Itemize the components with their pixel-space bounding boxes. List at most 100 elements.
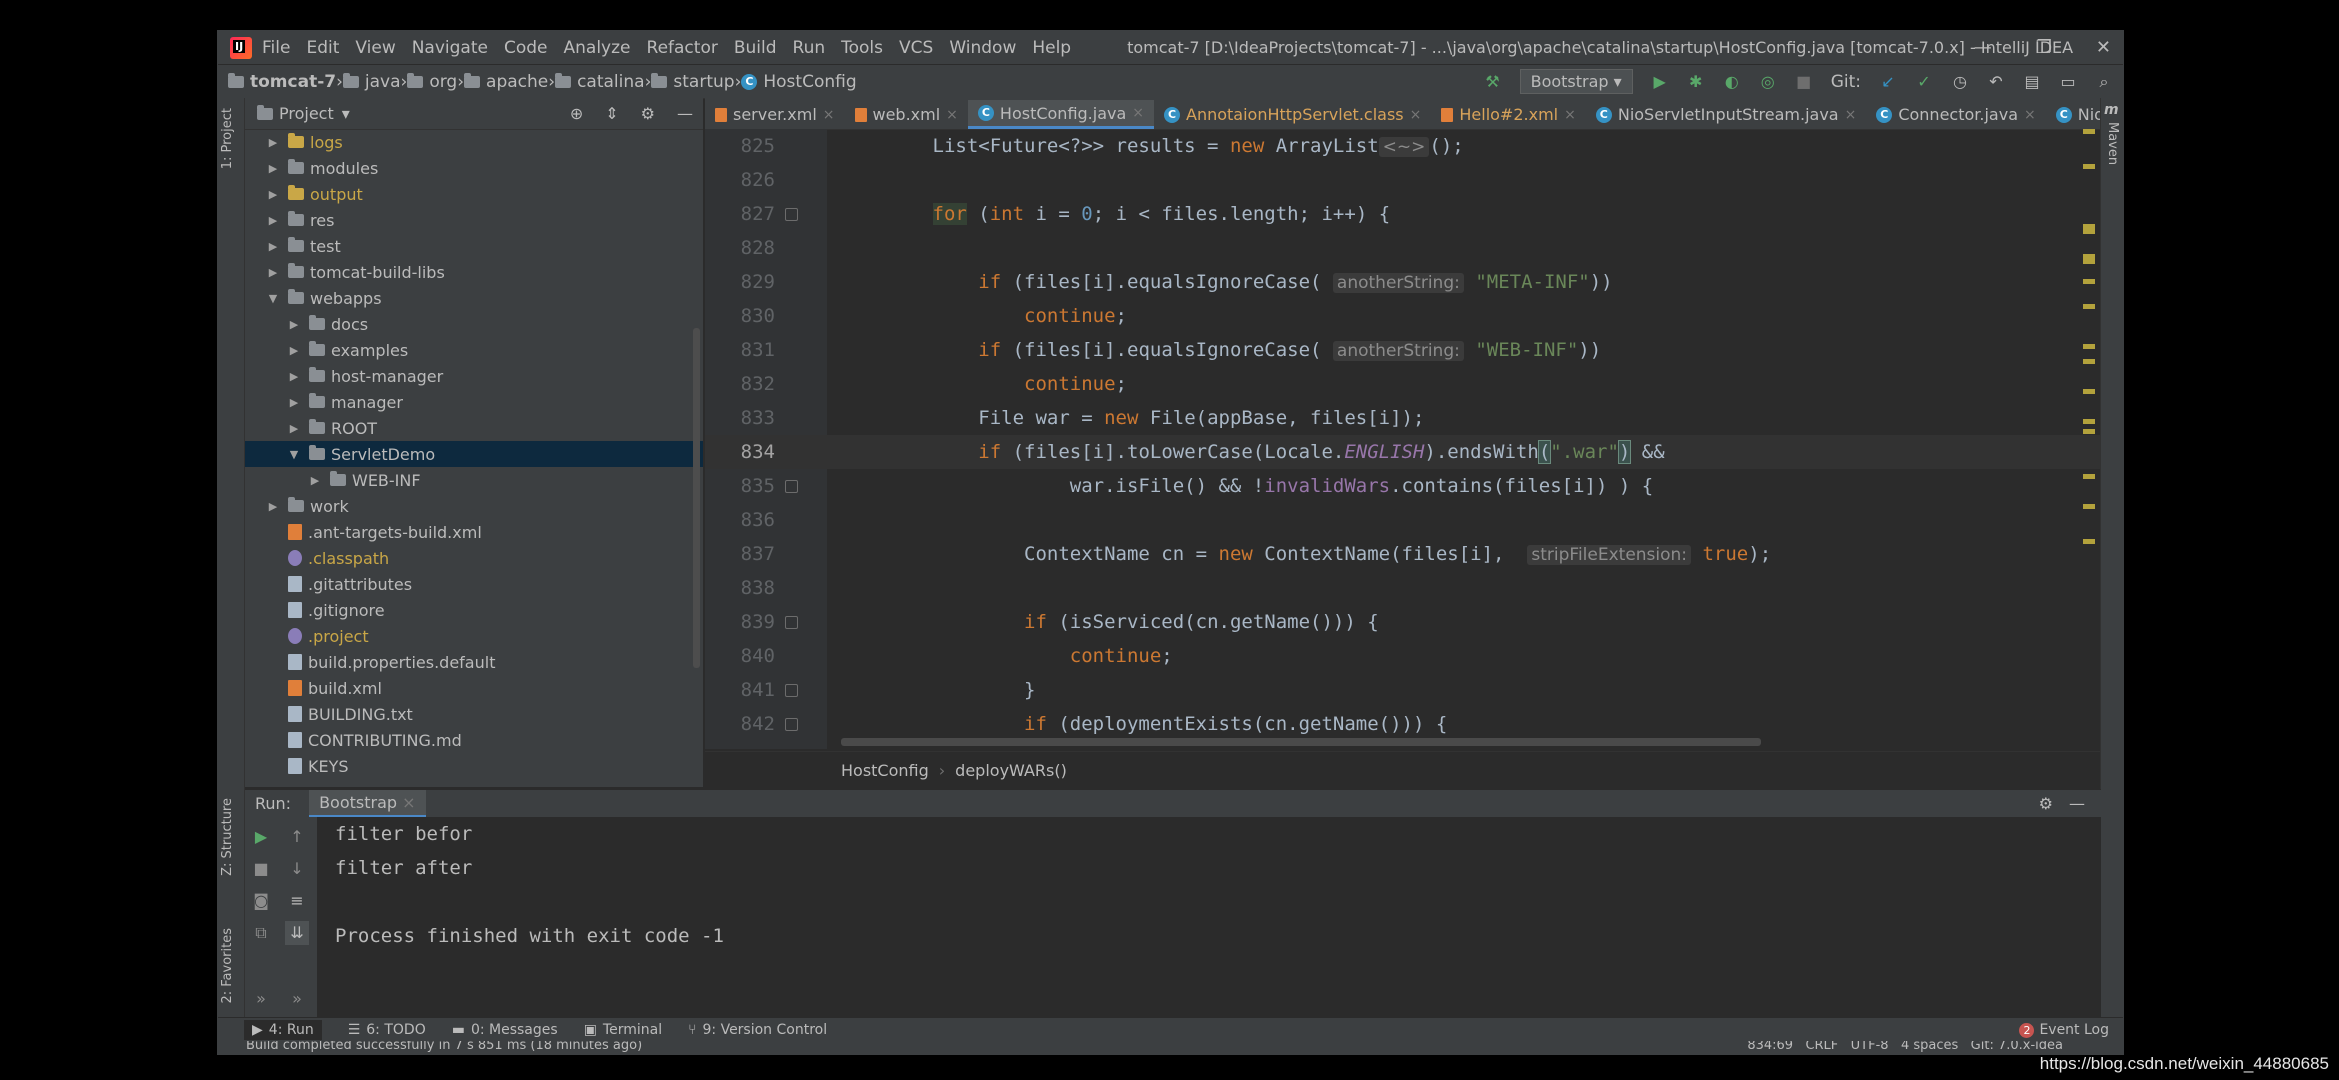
- collapsed-arrow-icon[interactable]: ▶: [287, 344, 301, 357]
- tool-tab[interactable]: ▬ 0: Messages: [452, 1020, 558, 1040]
- editor-tab[interactable]: C Connector.java ×: [1866, 100, 2045, 129]
- tree-item[interactable]: ▶ examples: [245, 337, 703, 363]
- code-line[interactable]: 827 for (int i = 0; i < files.length; i+…: [705, 197, 2123, 231]
- menu-vcs[interactable]: VCS: [899, 38, 933, 58]
- code-line[interactable]: 832 continue;: [705, 367, 2123, 401]
- camera-icon[interactable]: ◙: [249, 889, 273, 913]
- close-tab-icon[interactable]: ×: [1410, 107, 1422, 123]
- code-line[interactable]: 837 ContextName cn = new ContextName(fil…: [705, 537, 2123, 571]
- code-line[interactable]: 831 if (files[i].equalsIgnoreCase( anoth…: [705, 333, 2123, 367]
- stripe-mark[interactable]: [2083, 229, 2095, 234]
- up-arrow-icon[interactable]: ↑: [285, 825, 309, 849]
- tree-item[interactable]: ▶ work: [245, 493, 703, 519]
- status-info[interactable]: 834:69 CRLF UTF-8 4 spaces Git: 7.0.x-id…: [1747, 1041, 2063, 1053]
- stripe-mark[interactable]: [2083, 359, 2095, 364]
- code-line[interactable]: 842 if (deploymentExists(cn.getName())) …: [705, 707, 2123, 741]
- more-icon[interactable]: »: [249, 987, 273, 1011]
- stop-icon[interactable]: ■: [1795, 72, 1813, 91]
- tree-item[interactable]: .ant-targets-build.xml: [245, 519, 703, 545]
- expanded-arrow-icon[interactable]: ▼: [287, 448, 301, 461]
- git-history-icon[interactable]: ◷: [1951, 72, 1969, 91]
- collapsed-arrow-icon[interactable]: ▶: [266, 214, 280, 227]
- hide-icon[interactable]: —: [2069, 794, 2085, 813]
- gear-icon[interactable]: ⚙: [2039, 794, 2053, 813]
- menu-edit[interactable]: Edit: [306, 38, 339, 58]
- breadcrumb-class[interactable]: HostConfig: [841, 761, 929, 780]
- close-tab-icon[interactable]: ×: [1845, 107, 1857, 123]
- code-line[interactable]: 834 if (files[i].toLowerCase(Locale.ENGL…: [705, 435, 2123, 469]
- menu-navigate[interactable]: Navigate: [412, 38, 488, 58]
- run-icon[interactable]: ▶: [1651, 72, 1669, 91]
- stripe-mark[interactable]: [2083, 419, 2095, 424]
- collapsed-arrow-icon[interactable]: ▶: [287, 370, 301, 383]
- gear-icon[interactable]: ⚙: [641, 104, 655, 123]
- tree-item[interactable]: ▼ webapps: [245, 285, 703, 311]
- tree-item[interactable]: build.properties.default: [245, 649, 703, 675]
- close-tab-icon[interactable]: ×: [2024, 107, 2036, 123]
- restore-button[interactable]: ❐: [2036, 37, 2052, 58]
- tree-item[interactable]: ▶ logs: [245, 129, 703, 155]
- git-commit-icon[interactable]: ✓: [1915, 72, 1933, 91]
- tree-item[interactable]: ▶ modules: [245, 155, 703, 181]
- tree-item[interactable]: .gitignore: [245, 597, 703, 623]
- menu-code[interactable]: Code: [504, 38, 548, 58]
- project-scrollbar[interactable]: [693, 328, 700, 668]
- tree-item[interactable]: BUILDING.txt: [245, 701, 703, 727]
- menu-help[interactable]: Help: [1032, 38, 1071, 58]
- tool-tab[interactable]: ▣ Terminal: [584, 1020, 662, 1040]
- collapsed-arrow-icon[interactable]: ▶: [266, 240, 280, 253]
- locate-icon[interactable]: ⊕: [570, 104, 583, 123]
- code-line[interactable]: 835 war.isFile() && !invalidWars.contain…: [705, 469, 2123, 503]
- git-update-icon[interactable]: ↙: [1879, 72, 1897, 91]
- stripe-mark[interactable]: [2083, 504, 2095, 509]
- fold-marker-icon[interactable]: [785, 718, 798, 731]
- layout-icon[interactable]: ▭: [2059, 72, 2077, 91]
- tree-item[interactable]: .project: [245, 623, 703, 649]
- stripe-mark[interactable]: [2083, 389, 2095, 394]
- event-log-button[interactable]: 2 Event Log: [2019, 1022, 2109, 1038]
- maven-tool-button[interactable]: Maven: [2105, 122, 2120, 165]
- stripe-mark[interactable]: [2083, 129, 2095, 134]
- fold-marker-icon[interactable]: [785, 208, 798, 221]
- project-tool-button[interactable]: 1: Project: [220, 108, 235, 169]
- tree-item[interactable]: build.xml: [245, 675, 703, 701]
- stripe-mark[interactable]: [2083, 429, 2095, 434]
- build-hammer-icon[interactable]: ⚒: [1484, 72, 1502, 91]
- menu-analyze[interactable]: Analyze: [564, 38, 631, 58]
- code-line[interactable]: 828: [705, 231, 2123, 265]
- tree-item[interactable]: ▶ manager: [245, 389, 703, 415]
- debug-icon[interactable]: ✱: [1687, 72, 1705, 91]
- menu-file[interactable]: File: [262, 38, 290, 58]
- stripe-mark[interactable]: [2083, 474, 2095, 479]
- code-line[interactable]: 838: [705, 571, 2123, 605]
- close-tab-icon[interactable]: ×: [823, 107, 835, 123]
- tool-tab[interactable]: ☰ 6: TODO: [348, 1020, 426, 1040]
- fold-marker-icon[interactable]: [785, 684, 798, 697]
- stripe-mark[interactable]: [2083, 164, 2095, 169]
- code-line[interactable]: 841 }: [705, 673, 2123, 707]
- tree-item[interactable]: ▶ output: [245, 181, 703, 207]
- tree-item[interactable]: CONTRIBUTING.md: [245, 727, 703, 753]
- run-tab-bootstrap[interactable]: Bootstrap ×: [309, 790, 426, 817]
- hide-icon[interactable]: —: [677, 104, 693, 123]
- collapsed-arrow-icon[interactable]: ▶: [266, 266, 280, 279]
- coverage-icon[interactable]: ◐: [1723, 72, 1741, 91]
- tree-item[interactable]: ▶ ROOT: [245, 415, 703, 441]
- breadcrumb-method[interactable]: deployWARs(): [955, 761, 1067, 780]
- breadcrumb-item[interactable]: apache: [464, 72, 548, 92]
- editor-tab[interactable]: C NioServletInputStream.java ×: [1586, 100, 1866, 129]
- menu-run[interactable]: Run: [793, 38, 826, 58]
- collapsed-arrow-icon[interactable]: ▶: [266, 136, 280, 149]
- code-line[interactable]: 825 List<Future<?>> results = new ArrayL…: [705, 129, 2123, 163]
- tree-item[interactable]: ▶ WEB-INF: [245, 467, 703, 493]
- tree-item[interactable]: ▶ tomcat-build-libs: [245, 259, 703, 285]
- search-icon[interactable]: ⌕: [2095, 72, 2113, 91]
- tree-item[interactable]: ▶ docs: [245, 311, 703, 337]
- run-configuration-select[interactable]: Bootstrap ▾: [1519, 69, 1633, 94]
- breadcrumb-item[interactable]: startup: [651, 72, 735, 92]
- project-view-select[interactable]: Project: [279, 104, 334, 123]
- editor-tab[interactable]: Hello#2.xml ×: [1431, 100, 1585, 129]
- editor-horizontal-scrollbar[interactable]: [841, 738, 1761, 746]
- menu-tools[interactable]: Tools: [841, 38, 883, 58]
- menu-build[interactable]: Build: [734, 38, 777, 58]
